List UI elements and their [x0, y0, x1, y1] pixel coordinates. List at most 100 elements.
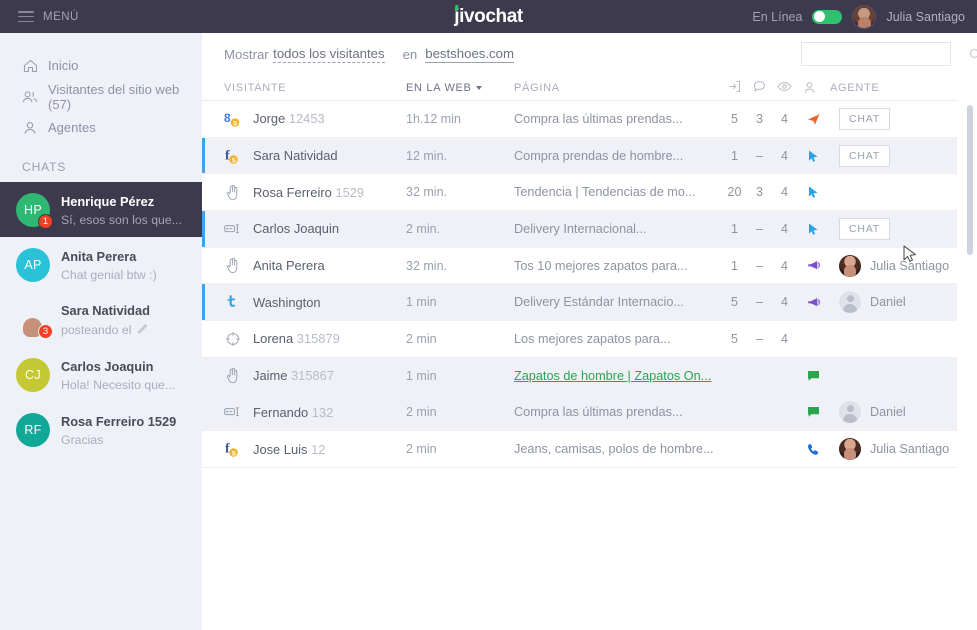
table-row[interactable]: Lorena 315879 2 min Los mejores zapatos … — [202, 321, 957, 358]
visitor-entries: 5 — [722, 332, 747, 346]
topbar-right-group: En Línea Julia Santiago — [752, 5, 965, 29]
svg-text:S: S — [232, 157, 237, 164]
filter-bar: Mostrar todos los visitantes en bestshoe… — [202, 33, 977, 75]
hand-pointer-icon — [224, 183, 242, 201]
visitor-name: Washington — [253, 295, 321, 310]
chat-item-preview: Chat genial btw :) — [61, 268, 157, 282]
plane-orange-icon[interactable] — [797, 112, 830, 126]
site-filter-dropdown[interactable]: bestshoes.com — [425, 46, 514, 63]
table-row[interactable]: Carlos Joaquin 2 min. Delivery Internaci… — [202, 211, 957, 248]
chat-list-item-sara[interactable]: 3 Sara Natividad posteando el — [0, 292, 202, 347]
visitor-views: 4 — [772, 112, 797, 126]
table-row[interactable]: 8S Jorge 12453 1h.12 min Compra las últi… — [202, 101, 957, 138]
column-header-web[interactable]: EN LA WEB — [406, 82, 514, 94]
sidebar-item-visitantes[interactable]: Visitantes del sitio web (57) — [0, 81, 202, 112]
table-row[interactable]: fS Jose Luis 12 2 min Jeans, camisas, po… — [202, 431, 957, 468]
visitor-views: 4 — [772, 149, 797, 163]
visitor-page: Tendencia | Tendencias de mo... — [514, 185, 722, 199]
column-header-chats — [747, 80, 772, 96]
agent-name: Daniel — [870, 405, 906, 419]
table-row[interactable]: fS Sara Natividad 12 min. Compra prendas… — [202, 138, 957, 175]
visitor-name: Jaime 315867 — [253, 368, 334, 383]
visitor-name: Rosa Ferreiro 1529 — [253, 185, 364, 200]
sidebar-item-label: Agentes — [48, 120, 96, 135]
visitor-id: 132 — [312, 405, 334, 420]
visitor-entries: 5 — [722, 112, 747, 126]
table-row[interactable]: Fernando 132 2 min Compra las últimas pr… — [202, 395, 957, 432]
avatar: AP — [16, 248, 50, 282]
hand-pointer-icon — [224, 257, 242, 275]
visitor-chats: – — [747, 259, 772, 273]
table-row[interactable]: Washington 1 min Delivery Estándar Inter… — [202, 284, 957, 321]
visitor-name: Carlos Joaquin — [253, 221, 339, 236]
cursor-blue-icon[interactable] — [797, 149, 830, 163]
avatar[interactable] — [852, 5, 876, 29]
users-icon — [22, 89, 38, 105]
visitor-views: 4 — [772, 222, 797, 236]
chat-button[interactable]: CHAT — [839, 218, 890, 240]
agent-name: Julia Santiago — [870, 259, 949, 273]
visitor-time: 2 min — [406, 332, 514, 346]
svg-text:f: f — [225, 148, 230, 163]
avatar — [839, 438, 861, 460]
column-header-web-label: EN LA WEB — [406, 82, 472, 94]
visitor-id: 12 — [311, 442, 325, 457]
visitor-views: 4 — [772, 295, 797, 309]
chat-list-item-henrique[interactable]: HP 1 Henrique Pérez Sí, esos son los que… — [0, 182, 202, 237]
chat-list-item-carlos[interactable]: CJ Carlos Joaquin Hola! Necesito que... — [0, 347, 202, 402]
chat-green-icon[interactable] — [797, 406, 830, 418]
megaphone-purple-icon[interactable] — [797, 296, 830, 309]
visitor-entries: 1 — [722, 149, 747, 163]
visitor-page: Compra las últimas prendas... — [514, 405, 722, 419]
cursor-blue-icon[interactable] — [797, 185, 830, 199]
chat-button[interactable]: CHAT — [839, 108, 890, 130]
table-row[interactable]: Anita Perera 32 min. Tos 10 mejores zapa… — [202, 248, 957, 285]
search-box[interactable] — [801, 42, 951, 66]
table-row[interactable]: Rosa Ferreiro 1529 32 min. Tendencia | T… — [202, 174, 957, 211]
chat-item-name: Sara Natividad — [61, 303, 150, 318]
visitor-page-link[interactable]: Zapatos de hombre | Zapatos On... — [514, 369, 722, 383]
visitor-id: 315879 — [297, 331, 340, 346]
chat-list: HP 1 Henrique Pérez Sí, esos son los que… — [0, 182, 202, 457]
svg-text:S: S — [232, 450, 237, 457]
chat-list-item-rosa[interactable]: RF Rosa Ferreiro 1529 Gracias — [0, 402, 202, 457]
chat-button[interactable]: CHAT — [839, 145, 890, 167]
chat-item-name: Rosa Ferreiro 1529 — [61, 414, 176, 429]
visitor-time: 1 min — [406, 295, 514, 309]
sidebar-item-inicio[interactable]: Inicio — [0, 50, 202, 81]
visitor-views: 4 — [772, 332, 797, 346]
home-icon — [22, 58, 38, 74]
search-icon[interactable] — [969, 48, 977, 61]
current-user-name[interactable]: Julia Santiago — [886, 10, 965, 24]
search-input[interactable] — [802, 43, 969, 65]
visitor-page: Delivery Internacional... — [514, 222, 722, 236]
cursor-blue-icon[interactable] — [797, 222, 830, 236]
chat-list-item-anita[interactable]: AP Anita Perera Chat genial btw :) — [0, 237, 202, 292]
megaphone-purple-icon[interactable] — [797, 259, 830, 272]
facebook-icon: fS — [224, 147, 242, 165]
visitor-views: 4 — [772, 259, 797, 273]
table-row[interactable]: Jaime 315867 1 min Zapatos de hombre | Z… — [202, 358, 957, 395]
chat-green-icon[interactable] — [797, 370, 830, 382]
visitor-time: 2 min — [406, 442, 514, 456]
avatar-placeholder — [839, 401, 861, 423]
sidebar-nav: Inicio Visitantes del sitio web (57) Age… — [0, 33, 202, 143]
visitor-filter-dropdown[interactable]: todos los visitantes — [273, 46, 384, 63]
main-content: Mostrar todos los visitantes en bestshoe… — [202, 33, 977, 630]
visitor-entries: 5 — [722, 295, 747, 309]
table-header: VISITANTE EN LA WEB PÁGINA AGENTE — [202, 75, 957, 101]
chat-item-name: Anita Perera — [61, 249, 136, 264]
avatar-initials: CJ — [16, 358, 50, 392]
visitor-name: Lorena 315879 — [253, 331, 340, 346]
sidebar-item-label: Visitantes del sitio web (57) — [48, 82, 202, 112]
column-header-visitor: VISITANTE — [224, 82, 406, 94]
brand-text: jivochat — [454, 6, 523, 27]
phone-blue-icon[interactable] — [797, 443, 830, 456]
brand-dot-icon — [455, 5, 459, 11]
column-header-entries — [722, 80, 747, 96]
menu-button[interactable]: MENÚ — [18, 11, 79, 23]
chat-bubble-icon — [753, 80, 766, 93]
sidebar-item-agentes[interactable]: Agentes — [0, 112, 202, 143]
vertical-scrollbar[interactable] — [967, 105, 973, 255]
online-status-toggle[interactable] — [812, 10, 842, 24]
